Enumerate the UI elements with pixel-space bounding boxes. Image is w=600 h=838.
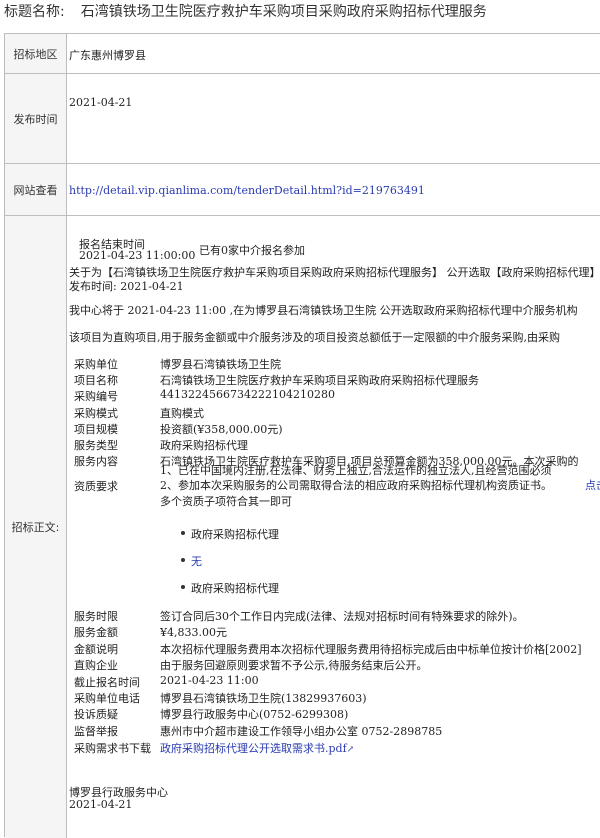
- download-label: 采购需求书下载: [74, 742, 151, 755]
- info-table: 招标地区 广东惠州博罗县 发布时间 2021-04-21 网站查看 http:/…: [4, 33, 600, 838]
- title-text: 石湾镇铁场卫生院医疗救护车采购项目采购政府采购招标代理服务: [80, 4, 487, 20]
- detail-key: 直购企业: [74, 659, 118, 673]
- detail-key: 服务内容: [74, 455, 118, 469]
- tender-body: 报名结束时间 2021-04-23 11:00:00 已有0家中介报名参加 关于…: [67, 216, 600, 838]
- url-row: 网站查看 http://detail.vip.qianlima.com/tend…: [5, 164, 600, 216]
- detail-key: 采购单位: [74, 358, 118, 371]
- detail-key: 服务金额: [74, 626, 118, 640]
- detail-value: 博罗县石湾镇铁场卫生院: [160, 358, 281, 371]
- detail-key: 服务类型: [74, 439, 118, 452]
- detail-value: 441322456673422210421028​0: [160, 388, 335, 402]
- title-label: 标题名称:: [4, 4, 65, 20]
- detail-value: 签订合同后30个工作日内完成(法律、法规对招标时间有特殊要求的除外)。: [160, 610, 524, 623]
- detail-key: 项目规模: [74, 422, 118, 436]
- page-title: 标题名称: 石湾镇铁场卫生院医疗救护车采购项目采购政府采购招标代理服务: [4, 2, 600, 26]
- bullet-icon: [181, 585, 185, 589]
- detail-key: 截止报名时间: [74, 675, 140, 689]
- detail-value: 博罗县石湾镇铁场卫生院(13829937603): [160, 692, 367, 705]
- detail-key: 服务时限: [74, 610, 118, 623]
- external-link-icon: ↗: [346, 745, 355, 755]
- qualification-item: 无: [191, 555, 202, 568]
- footer-date: 2021-04-21: [69, 798, 133, 811]
- detail-value: 惠州市中介超市建设工作领导小组办公室 0752-2898785: [160, 724, 443, 738]
- qualification-more-link[interactable]: 点击: [585, 477, 600, 493]
- qualification-line-1: 1、已在中国境内注册,在法律、财务上独立,合法运作的独立法人,且经营范围必须: [160, 464, 552, 477]
- region-row: 招标地区 广东惠州博罗县: [5, 34, 600, 74]
- detail-value: 石湾镇铁场卫生院医疗救护车采购项目采购政府采购招标代理服务: [160, 374, 479, 388]
- detail-value: 政府采购招标代理: [160, 439, 248, 452]
- publish-value: 2021-04-21: [69, 96, 133, 109]
- region-label: 招标地区: [5, 34, 67, 73]
- detail-url-link[interactable]: http://detail.vip.qianlima.com/tenderDet…: [69, 184, 425, 197]
- bullet-icon: [181, 531, 185, 535]
- deadline-time: 2021-04-23 11:00:00: [79, 249, 196, 262]
- detail-value: 本次招标代理服务费用本次招标代理服务费用待招标完成后由中标单位按计价格[2002…: [160, 642, 582, 656]
- detail-value: 2021-04-23 11:00: [160, 673, 259, 687]
- qualification-item: 政府采购招标代理: [191, 528, 279, 541]
- publish-line: 发布时间: 2021-04-21: [69, 280, 184, 293]
- region-value: 广东惠州博罗县: [69, 49, 146, 62]
- publish-label: 发布时间: [5, 74, 67, 163]
- detail-value: 投资额(¥358,000.00元): [160, 422, 283, 436]
- qualification-item: 政府采购招标代理: [191, 582, 279, 595]
- detail-value: 博罗县行政服务中心(0752-6299308): [160, 708, 349, 722]
- detail-key: 采购模式: [74, 406, 118, 420]
- qualification-line-2: 2、参加本次采购服务的公司需取得合法的相应政府采购招标代理机构资质证书。: [160, 479, 552, 492]
- qualification-label: 资质要求: [74, 480, 118, 493]
- detail-key: 投诉质疑: [74, 708, 118, 722]
- publish-row: 发布时间 2021-04-21: [5, 74, 600, 164]
- bullet-icon: [181, 558, 185, 562]
- agents-joined: 已有0家中介报名参加: [199, 244, 305, 257]
- detail-key: 项目名称: [74, 374, 118, 388]
- detail-value: 由于服务回避原则要求暂不予公示,待服务结束后公开。: [160, 659, 428, 673]
- body-row: 招标正文: 报名结束时间 2021-04-23 11:00:00 已有0家中介报…: [5, 216, 600, 838]
- qualification-note: 多个资质子项符合其一即可: [160, 495, 292, 508]
- detail-value: ¥4,833.00元: [160, 626, 227, 640]
- detail-key: 金额说明: [74, 642, 118, 656]
- body-label: 招标正文:: [5, 216, 67, 838]
- detail-key: 采购编号: [74, 390, 118, 404]
- paragraph-2: 该项目为直购项目,用于服务金额或中介服务涉及的项目投资总额低于一定限额的中介服务…: [69, 331, 560, 344]
- detail-key: 采购单位电话: [74, 692, 140, 705]
- paragraph-1: 我中心将于 2021-04-23 11:00 ,在为博罗县石湾镇铁场卫生院 公开…: [69, 304, 578, 317]
- detail-key: 监督举报: [74, 724, 118, 738]
- url-label: 网站查看: [5, 164, 67, 215]
- requirement-download-link[interactable]: 政府采购招标代理公开选取需求书.pdf↗: [160, 740, 354, 756]
- detail-value: 直购模式: [160, 406, 204, 420]
